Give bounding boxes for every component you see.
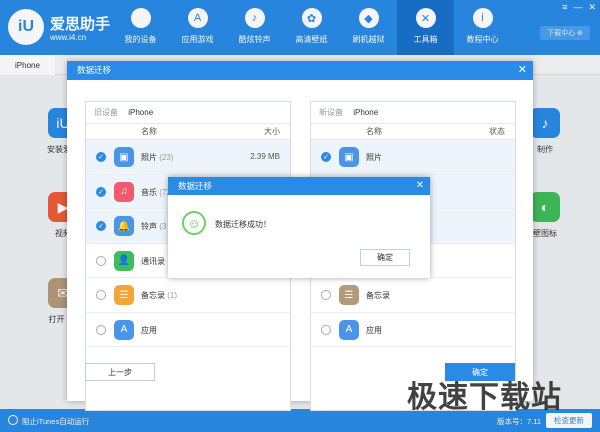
list-item[interactable]: ✓ ▣ 照片 [311, 140, 515, 175]
close-icon[interactable]: ✕ [416, 177, 424, 195]
radio[interactable] [321, 290, 331, 300]
photo-icon: ▣ [114, 147, 134, 167]
col-status: 状态 [489, 127, 505, 136]
smiley-icon: ☺ [182, 211, 206, 235]
col-size: 大小 [264, 127, 280, 136]
item-label: 备忘录 [366, 290, 390, 301]
item-name: 应用 [366, 325, 382, 335]
app-store-icon: A [114, 319, 134, 340]
item-count: (23) [159, 153, 174, 162]
radio[interactable] [321, 324, 331, 335]
item-label: 通讯录 [141, 256, 165, 267]
radio[interactable] [96, 290, 106, 300]
checked-radio[interactable]: ✓ [96, 186, 106, 197]
item-name: 音乐 [141, 187, 157, 197]
checked-radio[interactable]: ✓ [321, 152, 331, 162]
close-icon[interactable]: ✕ [518, 63, 527, 76]
checked-radio[interactable]: ✓ [96, 152, 106, 162]
list-item[interactable]: ☰ 备忘录 [311, 278, 515, 313]
item-label: 应用 [141, 325, 157, 336]
new-device-header: 新设备 iPhone [311, 102, 515, 124]
dialog-title: 数据迁移 [67, 61, 533, 80]
list-item[interactable]: A 应用 [311, 313, 515, 347]
watermark: 极速下载站 [407, 380, 562, 415]
column-header: 名称 大小 [86, 124, 290, 140]
item-count: (3 [159, 222, 167, 231]
device-name: iPhone [353, 108, 379, 117]
checked-radio[interactable]: ✓ [96, 221, 106, 231]
item-label: 铃声 (3 [141, 221, 166, 232]
list-item[interactable]: ☰ 备忘录 (1) [86, 278, 290, 313]
list-item[interactable]: A 应用 [86, 313, 290, 347]
old-device-header: 旧设备 iPhone [86, 102, 290, 124]
music-icon: ♫ [114, 181, 134, 202]
success-message: 数据迁移成功！ [215, 220, 271, 229]
migration-success-popup: 数据迁移 ✕ ☺ 数据迁移成功！ 确定 [168, 177, 430, 278]
col-name: 名称 [366, 127, 382, 136]
radio[interactable] [96, 255, 106, 266]
item-name: 备忘录 [366, 291, 390, 300]
photo-icon: ▣ [339, 147, 359, 167]
notes-icon: ☰ [114, 285, 134, 305]
bell-icon: 🔔 [114, 216, 134, 236]
item-label: 照片 (23) [141, 152, 173, 163]
item-name: 铃声 [141, 222, 157, 231]
popup-title-text: 数据迁移 [178, 181, 213, 191]
item-label: 应用 [366, 325, 382, 336]
item-label: 备忘录 (1) [141, 290, 177, 301]
item-name: 照片 [141, 153, 157, 162]
device-label: 新设备 [319, 108, 343, 117]
item-size: 2.39 MB [250, 152, 280, 161]
item-name: 应用 [141, 325, 157, 335]
item-name: 照片 [366, 153, 382, 162]
previous-step-button[interactable]: 上一步 [85, 363, 155, 381]
list-item[interactable]: ✓ ▣ 照片 (23) 2.39 MB [86, 140, 290, 175]
notes-icon: ☰ [339, 285, 359, 305]
col-name: 名称 [141, 127, 157, 136]
item-name: 通讯录 [141, 256, 165, 266]
item-name: 备忘录 [141, 291, 165, 300]
app-store-icon: A [339, 319, 359, 340]
contacts-icon: 👤 [114, 250, 134, 271]
popup-title: 数据迁移 ✕ [168, 177, 430, 195]
item-count: (1) [167, 291, 178, 300]
item-label: 音乐 (72 [141, 187, 171, 198]
device-name: iPhone [128, 108, 154, 117]
ok-button[interactable]: 确定 [360, 249, 410, 266]
radio[interactable] [96, 324, 106, 335]
column-header: 名称 状态 [311, 124, 515, 140]
device-label: 旧设备 [94, 108, 118, 117]
item-label: 照片 [366, 152, 382, 163]
